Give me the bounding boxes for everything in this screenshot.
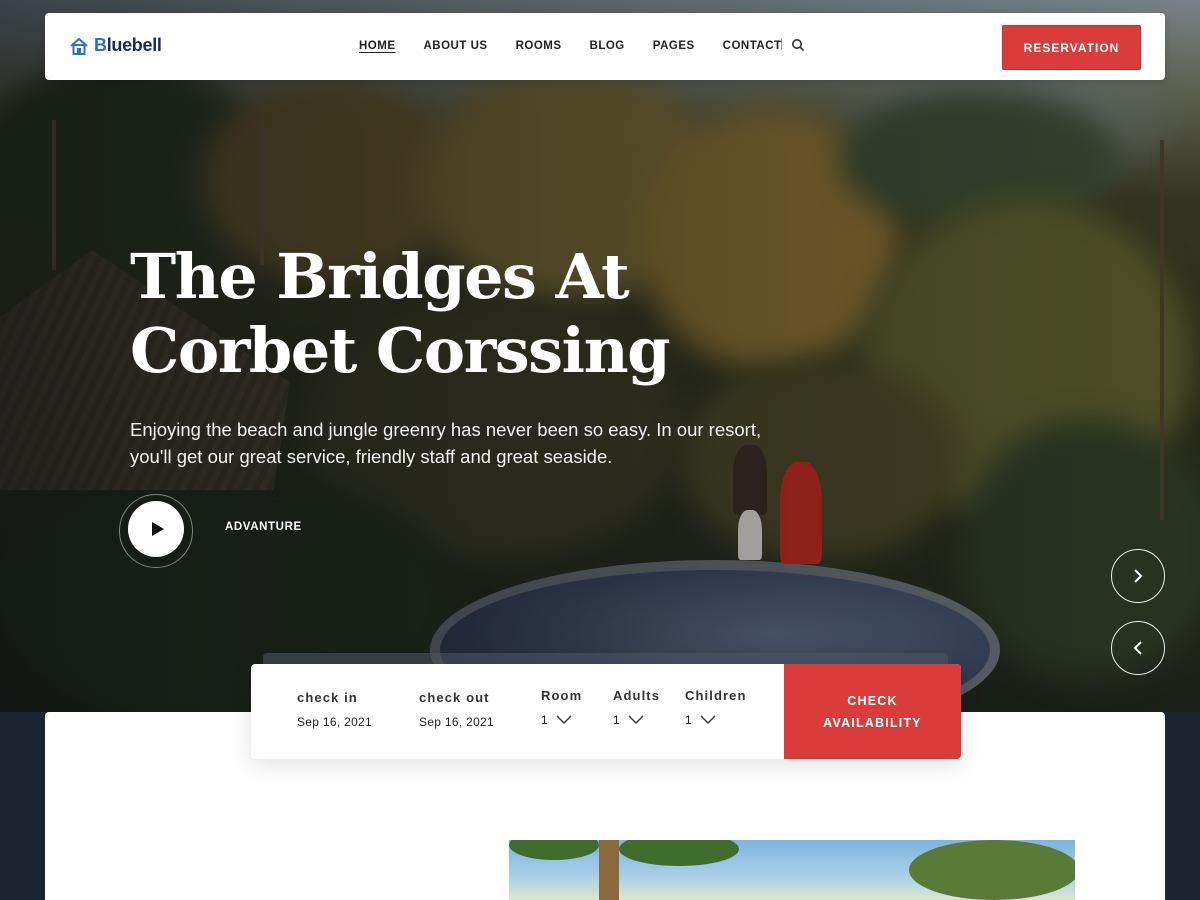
top-navbar: Bluebell HOME ABOUT US ROOMS BLOG PAGES … [45,13,1165,80]
check-button-line-2: AVAILABILITY [823,715,922,730]
main-nav: HOME ABOUT US ROOMS BLOG PAGES CONTACT [359,40,810,52]
children-value: 1 [685,713,692,727]
check-in-label: check in [297,690,358,705]
hero-subtitle-line-1: Enjoying the beach and jungle greenry ha… [130,419,762,440]
children-dropdown[interactable]: 1 [685,713,747,727]
house-logo-icon [70,37,88,55]
nav-link-rooms[interactable]: ROOMS [516,40,562,52]
slider-prev-button[interactable] [1111,621,1165,675]
room-value: 1 [541,713,548,727]
nav-link-home[interactable]: HOME [359,40,396,52]
check-in-value[interactable]: Sep 16, 2021 [297,715,372,729]
resort-preview-image [509,840,1075,900]
check-out-label: check out [419,690,490,705]
nav-divider [781,39,782,50]
room-dropdown[interactable]: 1 [541,713,582,727]
play-video-button[interactable] [128,501,184,557]
nav-link-pages[interactable]: PAGES [653,40,695,52]
hero-title-line-1: The Bridges At [130,240,630,313]
room-label: Room [541,688,583,703]
adults-dropdown[interactable]: 1 [613,713,660,727]
chevron-down-icon [556,715,572,724]
chevron-left-icon [1133,641,1142,655]
check-availability-button[interactable]: CHECK AVAILABILITY [784,664,961,759]
play-icon [151,522,164,536]
hero-subtitle-line-2: you'll get our great service, friendly s… [130,446,613,467]
slider-next-button[interactable] [1111,549,1165,603]
nav-link-blog[interactable]: BLOG [590,40,625,52]
children-select[interactable]: Children 1 [685,688,747,727]
chevron-down-icon [700,715,716,724]
children-label: Children [685,688,747,703]
brand-logo[interactable]: Bluebell [69,35,162,56]
adults-label: Adults [613,688,661,703]
check-out-value[interactable]: Sep 16, 2021 [419,715,494,729]
booking-bar: check in Sep 16, 2021 check out Sep 16, … [251,664,961,759]
check-in-field[interactable]: check in Sep 16, 2021 [297,690,372,729]
room-select[interactable]: Room 1 [541,688,582,727]
hero-title: The Bridges At Corbet Corssing [130,240,770,388]
reservation-button[interactable]: RESERVATION [1002,25,1141,70]
nav-link-about-us[interactable]: ABOUT US [424,40,488,52]
adults-value: 1 [613,713,620,727]
check-button-line-1: CHECK [847,693,898,708]
chevron-down-icon [628,715,644,724]
check-out-field[interactable]: check out Sep 16, 2021 [419,690,494,729]
search-icon[interactable] [791,38,805,52]
video-label[interactable]: ADVANTURE [225,521,302,533]
adults-select[interactable]: Adults 1 [613,688,660,727]
hero-subtitle: Enjoying the beach and jungle greenry ha… [130,416,780,470]
brand-name: Bluebell [94,35,162,55]
hero-title-line-2: Corbet Corssing [130,314,671,387]
nav-link-contact[interactable]: CONTACT [723,40,782,52]
chevron-right-icon [1134,569,1143,583]
